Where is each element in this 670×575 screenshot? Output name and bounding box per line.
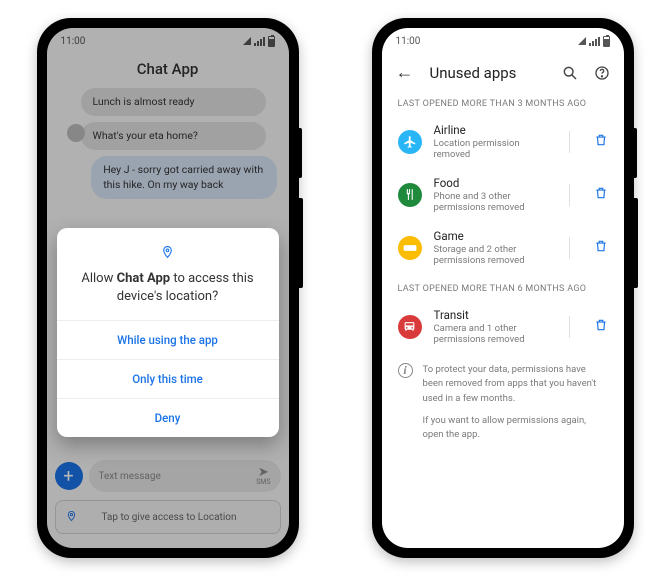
phone-right: 11:00 ← Unused apps LAST OPENED MORE THA…: [372, 18, 634, 558]
screen-right: 11:00 ← Unused apps LAST OPENED MORE THA…: [382, 28, 624, 548]
app-row-airline[interactable]: Airline Location permission removed: [382, 115, 624, 168]
divider: [569, 184, 570, 206]
app-row-transit[interactable]: Transit Camera and 1 other permissions r…: [382, 300, 624, 353]
app-name: Airline: [434, 123, 551, 137]
delete-button[interactable]: [588, 235, 614, 261]
section-header: LAST OPENED MORE THAN 6 MONTHS AGO: [382, 274, 624, 300]
app-row-food[interactable]: Food Phone and 3 other permissions remov…: [382, 168, 624, 221]
search-icon[interactable]: [562, 65, 578, 81]
back-button[interactable]: ←: [396, 62, 414, 83]
app-subtext: Location permission removed: [434, 138, 551, 160]
location-pin-icon: [75, 244, 261, 264]
app-subtext: Phone and 3 other permissions removed: [434, 191, 551, 213]
dialog-title: Allow Chat App to access this device's l…: [75, 270, 261, 306]
divider: [569, 237, 570, 259]
status-icons: [578, 36, 610, 47]
transit-icon: [398, 315, 422, 339]
app-name: Food: [434, 176, 551, 190]
app-row-game[interactable]: Game Storage and 2 other permissions rem…: [382, 221, 624, 274]
divider: [569, 316, 570, 338]
phone-side-button: [299, 128, 302, 178]
page-title: Unused apps: [430, 64, 546, 82]
info-text: To protect your data, permissions have b…: [423, 363, 608, 450]
app-name: Transit: [434, 308, 551, 322]
app-name: Game: [434, 229, 551, 243]
wifi-icon: [578, 37, 586, 45]
permission-dialog: Allow Chat App to access this device's l…: [57, 228, 279, 437]
delete-button[interactable]: [588, 314, 614, 340]
info-icon: i: [398, 363, 413, 378]
app-subtext: Storage and 2 other permissions removed: [434, 244, 551, 266]
status-time: 11:00: [396, 36, 421, 47]
signal-icon: [589, 37, 600, 46]
dialog-option-only-this-time[interactable]: Only this time: [57, 359, 279, 398]
phone-left: 11:00 Chat App Lunch is almost ready Wha…: [37, 18, 299, 558]
dialog-option-deny[interactable]: Deny: [57, 398, 279, 437]
screen-left: 11:00 Chat App Lunch is almost ready Wha…: [47, 28, 289, 548]
phone-side-button: [634, 198, 638, 288]
food-icon: [398, 183, 422, 207]
app-bar: ← Unused apps: [382, 54, 624, 89]
phone-side-button: [634, 128, 637, 178]
delete-button[interactable]: [588, 182, 614, 208]
dialog-option-while-using[interactable]: While using the app: [57, 320, 279, 359]
battery-icon: [603, 36, 610, 47]
divider: [569, 131, 570, 153]
phone-side-button: [299, 198, 303, 288]
section-header: LAST OPENED MORE THAN 3 MONTHS AGO: [382, 89, 624, 115]
delete-button[interactable]: [588, 129, 614, 155]
status-bar: 11:00: [382, 28, 624, 54]
gamepad-icon: [398, 236, 422, 260]
app-subtext: Camera and 1 other permissions removed: [434, 323, 551, 345]
help-icon[interactable]: [594, 65, 610, 81]
info-row: i To protect your data, permissions have…: [382, 353, 624, 460]
airplane-icon: [398, 130, 422, 154]
